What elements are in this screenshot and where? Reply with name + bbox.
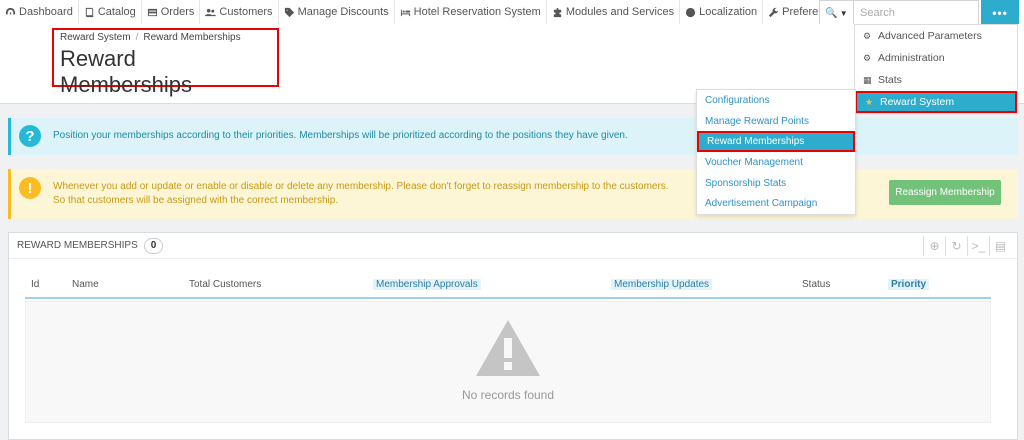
- submenu-manage-reward-points[interactable]: Manage Reward Points: [697, 111, 855, 132]
- question-icon: ?: [19, 125, 41, 147]
- submenu-advertisement-campaign[interactable]: Advertisement Campaign: [697, 193, 855, 214]
- nav-label: Modules and Services: [565, 6, 675, 18]
- menu-label: Administration: [878, 52, 945, 64]
- info-alert: ? Position your memberships according to…: [8, 118, 1018, 155]
- nav-label: Hotel Reservation System: [413, 6, 541, 18]
- submenu-voucher-management[interactable]: Voucher Management: [697, 152, 855, 173]
- nav-label: Catalog: [97, 6, 136, 18]
- col-id[interactable]: Id: [31, 279, 39, 290]
- breadcrumb: Reward System / Reward Memberships: [60, 32, 271, 43]
- nav-hotel-reservation[interactable]: Hotel Reservation System: [395, 0, 547, 24]
- page-title: Reward Memberships: [60, 46, 193, 97]
- search-placeholder: Search: [860, 7, 895, 19]
- nav-modules-services[interactable]: Modules and Services: [547, 0, 681, 24]
- nav-catalog[interactable]: Catalog: [79, 0, 142, 24]
- exclamation-icon: !: [19, 177, 41, 199]
- warning-alert-text: Whenever you add or update or enable or …: [53, 181, 669, 206]
- table-header: Id Name Total Customers Membership Appro…: [25, 277, 991, 299]
- search-input[interactable]: Search: [853, 0, 979, 26]
- add-new-icon[interactable]: ⊕: [923, 236, 945, 256]
- submenu-reward-memberships[interactable]: Reward Memberships: [697, 131, 855, 153]
- col-membership-approvals[interactable]: Membership Approvals: [373, 279, 481, 290]
- panel-title: REWARD MEMBERSHIPS: [17, 240, 138, 251]
- cogs-icon: ⚙: [863, 30, 872, 41]
- col-total-customers[interactable]: Total Customers: [189, 279, 261, 290]
- panel-toolbar: ⊕ ↻ >_ ▤: [923, 236, 1011, 256]
- info-alert-text: Position your memberships according to t…: [53, 130, 628, 141]
- puzzle-icon: [553, 7, 562, 17]
- empty-state: No records found: [25, 301, 991, 423]
- credit-card-icon: [147, 8, 157, 16]
- col-status[interactable]: Status: [802, 279, 830, 290]
- submenu-configurations[interactable]: Configurations: [697, 90, 855, 111]
- menu-label: Stats: [878, 74, 902, 86]
- count-badge: 0: [143, 237, 164, 254]
- menu-label: Advanced Parameters: [878, 30, 982, 42]
- nav-localization[interactable]: Localization: [680, 0, 764, 24]
- col-name[interactable]: Name: [72, 279, 99, 290]
- breadcrumb-separator: /: [135, 32, 139, 43]
- col-membership-updates[interactable]: Membership Updates: [611, 279, 713, 290]
- menu-advanced-parameters[interactable]: ⚙ Advanced Parameters: [855, 25, 1017, 47]
- sql-query-icon[interactable]: >_: [967, 236, 989, 256]
- panel-header: REWARD MEMBERSHIPS 0 ⊕ ↻ >_ ▤: [9, 233, 1017, 259]
- book-icon: [85, 7, 93, 17]
- nav-label: Manage Discounts: [297, 6, 389, 18]
- warning-triangle-icon: [476, 320, 540, 376]
- reassign-membership-button[interactable]: Reassign Membership: [889, 180, 1001, 205]
- dashboard-icon: [5, 7, 16, 14]
- menu-stats[interactable]: ▦ Stats: [855, 69, 1017, 91]
- nav-label: Orders: [160, 6, 195, 18]
- more-menu-button[interactable]: •••: [981, 0, 1019, 26]
- reward-system-submenu: Configurations Manage Reward Points Rewa…: [696, 89, 856, 216]
- users-icon: [205, 8, 217, 16]
- col-priority[interactable]: Priority: [888, 279, 930, 290]
- nav-manage-discounts[interactable]: Manage Discounts: [279, 0, 395, 24]
- bar-chart-icon: ▦: [863, 74, 872, 85]
- nav-label: Localization: [699, 6, 758, 18]
- admin-dropdown: ⚙ Advanced Parameters ⚙ Administration ▦…: [854, 24, 1018, 114]
- search-bar: 🔍 ▼ Search: [819, 0, 979, 26]
- submenu-sponsorship-stats[interactable]: Sponsorship Stats: [697, 173, 855, 194]
- nav-label: Dashboard: [19, 6, 73, 18]
- caret-down-icon: ▼: [839, 8, 848, 18]
- search-icon: 🔍: [825, 7, 838, 19]
- nav-orders[interactable]: Orders: [142, 0, 201, 24]
- ellipsis-icon: •••: [992, 6, 1008, 20]
- breadcrumb-current: Reward Memberships: [143, 32, 241, 43]
- nav-dashboard[interactable]: Dashboard: [0, 0, 79, 24]
- menu-reward-system[interactable]: ★ Reward System: [855, 91, 1017, 113]
- warning-alert: ! Whenever you add or update or enable o…: [8, 169, 1018, 219]
- no-records-text: No records found: [461, 388, 555, 402]
- globe-icon: [685, 7, 696, 17]
- nav-label: Customers: [219, 6, 273, 18]
- cog-icon: ⚙: [863, 52, 872, 63]
- refresh-icon[interactable]: ↻: [945, 236, 967, 256]
- breadcrumb-parent[interactable]: Reward System: [60, 32, 131, 43]
- search-type-button[interactable]: 🔍 ▼: [819, 0, 853, 26]
- title-highlight: Reward System / Reward Memberships Reward …: [52, 28, 279, 97]
- trophy-icon: ★: [865, 96, 874, 107]
- memberships-panel: REWARD MEMBERSHIPS 0 ⊕ ↻ >_ ▤ Id Name To…: [8, 232, 1018, 440]
- bed-icon: [400, 9, 410, 16]
- database-icon[interactable]: ▤: [989, 236, 1011, 256]
- wrench-icon: [769, 7, 779, 17]
- menu-label: Reward System: [880, 96, 955, 108]
- nav-customers[interactable]: Customers: [200, 0, 279, 24]
- menu-administration[interactable]: ⚙ Administration: [855, 47, 1017, 69]
- tag-icon: [284, 7, 294, 17]
